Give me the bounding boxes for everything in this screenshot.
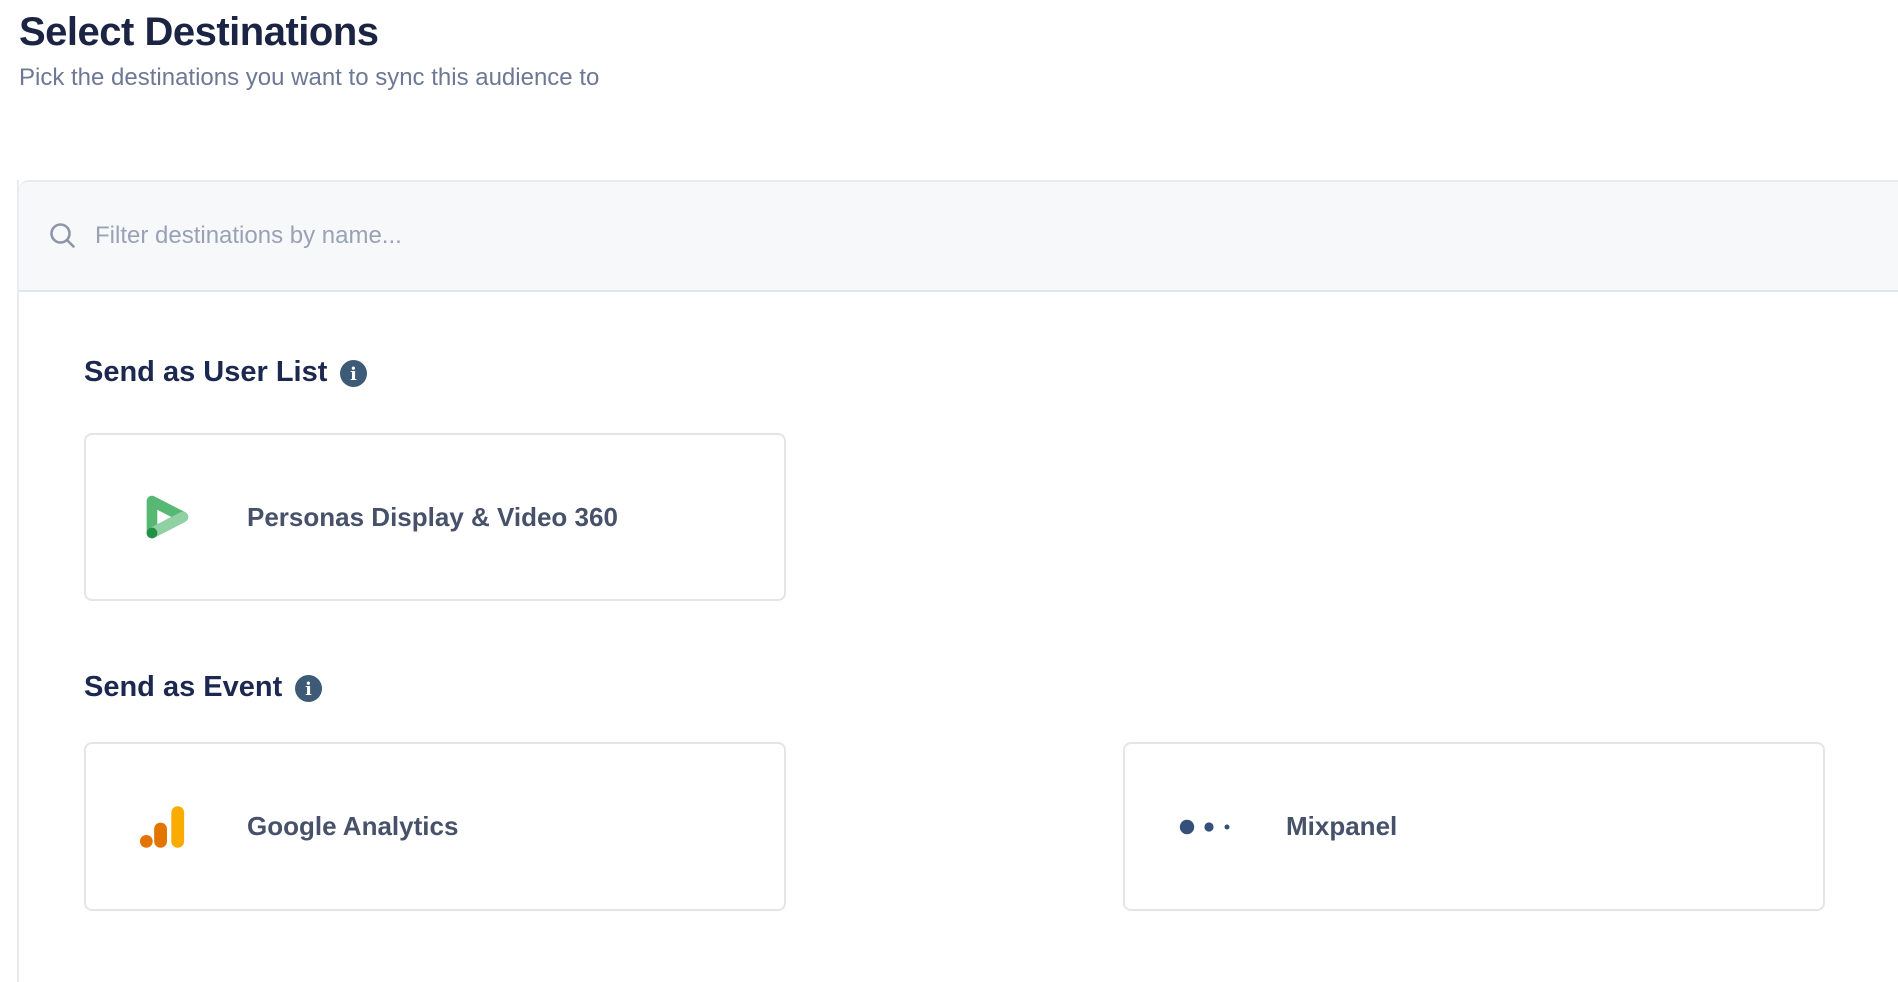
destination-label: Google Analytics bbox=[247, 811, 458, 842]
section-heading-user-list-label: Send as User List bbox=[84, 356, 327, 389]
info-icon[interactable]: i bbox=[295, 675, 322, 702]
destination-card-google-analytics[interactable]: Google Analytics bbox=[84, 742, 786, 911]
filter-bar bbox=[19, 180, 1898, 292]
google-analytics-icon bbox=[137, 798, 195, 856]
svg-text:i: i bbox=[305, 680, 312, 700]
page-title: Select Destinations bbox=[19, 8, 599, 56]
svg-text:i: i bbox=[351, 365, 358, 385]
destinations-panel: Send as User List i Personas Display & V… bbox=[17, 180, 1898, 982]
mixpanel-icon bbox=[1176, 798, 1234, 856]
destination-label: Mixpanel bbox=[1286, 811, 1397, 842]
section-heading-event-label: Send as Event bbox=[84, 671, 282, 704]
panel-content: Send as User List i Personas Display & V… bbox=[84, 292, 1898, 982]
destination-label: Personas Display & Video 360 bbox=[247, 502, 618, 533]
section-heading-user-list: Send as User List i bbox=[84, 356, 367, 389]
filter-destinations-input[interactable] bbox=[95, 222, 995, 250]
destination-card-personas-display-video-360[interactable]: Personas Display & Video 360 bbox=[84, 433, 786, 601]
display-video-360-icon bbox=[137, 488, 195, 546]
search-icon bbox=[47, 220, 79, 252]
info-icon[interactable]: i bbox=[340, 360, 367, 387]
page-subtitle: Pick the destinations you want to sync t… bbox=[19, 62, 599, 93]
section-heading-event: Send as Event i bbox=[84, 671, 322, 704]
destination-card-mixpanel[interactable]: Mixpanel bbox=[1123, 742, 1825, 911]
page-header: Select Destinations Pick the destination… bbox=[19, 8, 599, 93]
